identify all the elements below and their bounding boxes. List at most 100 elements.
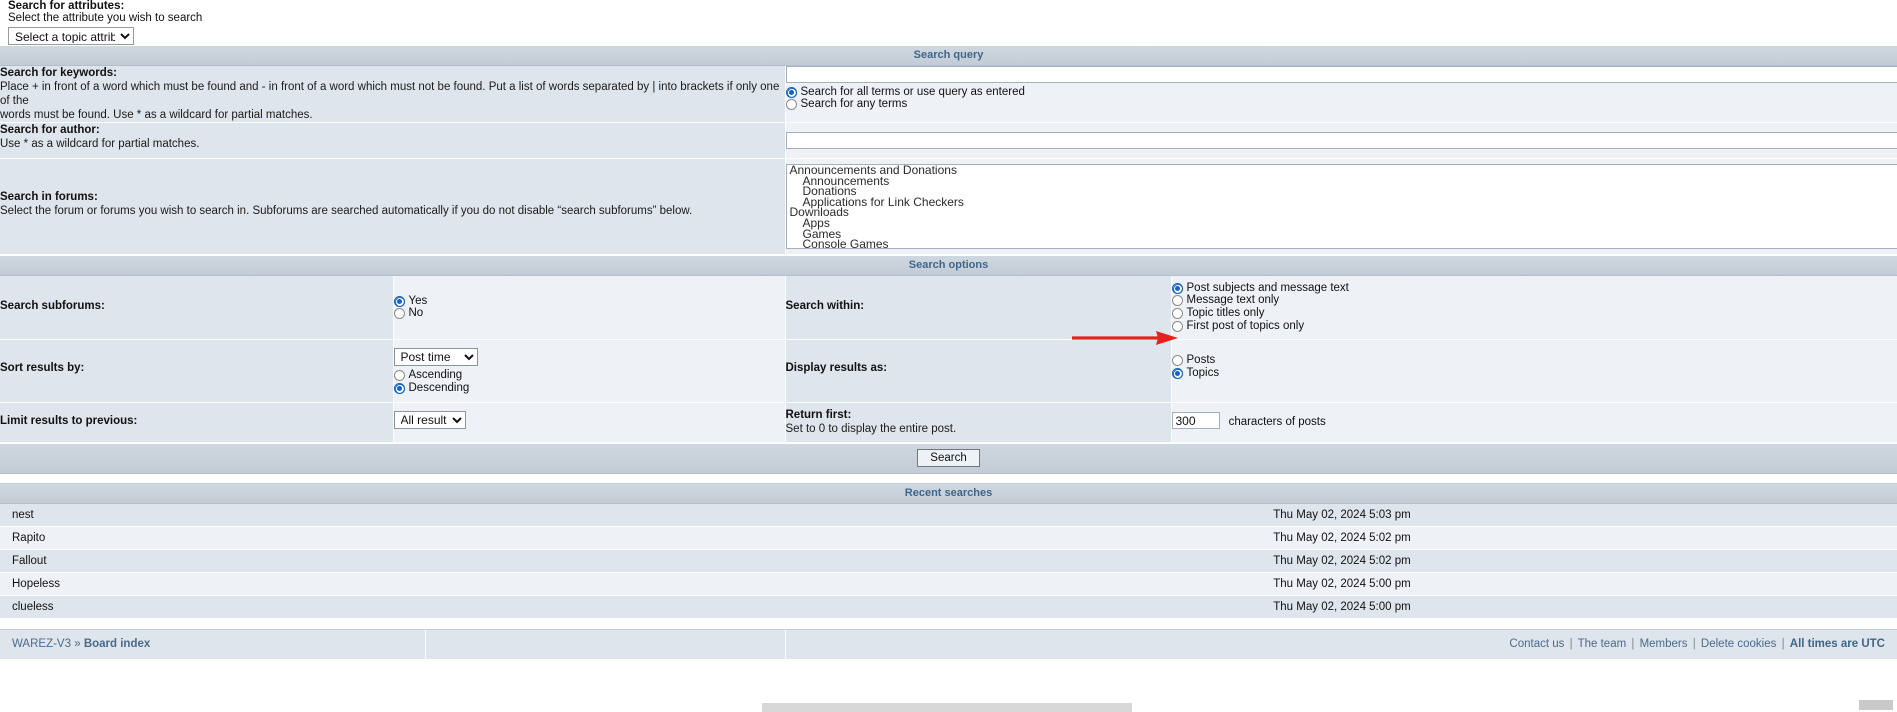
search-attributes-title: Search for attributes: [8, 0, 125, 12]
search-within-option-subjects-and-text[interactable]: Post subjects and message text [1171, 282, 1897, 295]
footer-link-contact-us[interactable]: Contact us [1509, 638, 1564, 650]
search-within-option-topic-titles[interactable]: Topic titles only [1171, 307, 1897, 320]
radio-icon[interactable] [785, 99, 797, 111]
section-header-recent-searches: Recent searches [0, 483, 1897, 505]
radio-icon[interactable] [785, 86, 797, 99]
radio-icon[interactable] [1171, 295, 1183, 307]
radio-icon[interactable] [1171, 282, 1183, 295]
topic-attribute-select[interactable]: Select a topic attribute [8, 27, 134, 45]
breadcrumb-separator: » [74, 638, 81, 651]
footer-link-delete-cookies[interactable]: Delete cookies [1701, 638, 1776, 650]
keywords-label-cell: Search for keywords: Place + in front of… [0, 66, 785, 123]
radio-icon[interactable] [1171, 307, 1183, 319]
search-within-options-cell: Post subjects and message text Message t… [1170, 276, 1897, 341]
keywords-label: Search for keywords: [0, 67, 117, 79]
sort-order-option-ascending[interactable]: Ascending [393, 368, 785, 382]
display-results-option-posts[interactable]: Posts [1171, 354, 1897, 367]
sort-order-option-descending[interactable]: Descending [393, 381, 785, 395]
radio-icon[interactable] [393, 382, 405, 395]
browser-bottom-bar [762, 703, 1132, 712]
radio-icon[interactable] [1171, 320, 1183, 332]
table-row[interactable]: Rapito Thu May 02, 2024 5:02 pm [0, 526, 1897, 551]
table-row[interactable]: Hopeless Thu May 02, 2024 5:00 pm [0, 572, 1897, 597]
footer-row: WAREZ-V3 » Board index Contact us | The … [0, 630, 1897, 660]
subforums-option-no[interactable]: No [393, 307, 785, 321]
recent-search-time: Thu May 02, 2024 5:00 pm [785, 595, 1897, 620]
footer-separator: | [1631, 638, 1635, 651]
footer-separator: | [1781, 638, 1785, 651]
display-results-option-topics[interactable]: Topics [1171, 367, 1897, 380]
forums-row: Search in forums: Select the forum or fo… [0, 158, 1897, 255]
display-results-options-cell: Posts Topics [1170, 339, 1897, 404]
recent-search-time: Thu May 02, 2024 5:00 pm [785, 572, 1897, 597]
breadcrumb: WAREZ-V3 » Board index [0, 630, 426, 660]
keywords-input-cell: Search for all terms or use query as ent… [784, 66, 1897, 123]
search-page: Search for attributes: Select the attrib… [0, 0, 1897, 712]
limit-results-select-cell: All results [392, 402, 785, 444]
return-first-input[interactable] [1171, 412, 1220, 430]
limit-results-select[interactable]: All results [393, 411, 466, 430]
recent-search-keywords[interactable]: Rapito [0, 526, 785, 551]
forum-option[interactable]: Announcements [787, 175, 1897, 187]
author-label: Search for author: [0, 124, 100, 136]
recent-search-keywords[interactable]: clueless [0, 595, 785, 620]
search-within-option-first-post[interactable]: First post of topics only [1171, 319, 1897, 333]
recent-search-time: Thu May 02, 2024 5:02 pm [785, 549, 1897, 574]
forum-option[interactable]: Announcements and Donations [787, 165, 1897, 176]
footer-link-members[interactable]: Members [1640, 638, 1688, 650]
author-desc: Use * as a wildcard for partial matches. [0, 138, 200, 150]
sort-ascending-label: Ascending [408, 368, 463, 381]
sort-results-label-cell: Sort results by: [0, 339, 393, 404]
radio-icon[interactable] [393, 308, 405, 320]
limit-results-label: Limit results to previous: [0, 415, 138, 428]
forum-option[interactable]: Console Games [787, 238, 1897, 248]
return-first-label: Return first: [785, 409, 852, 422]
recent-search-keywords[interactable]: Hopeless [0, 572, 785, 597]
footer-table: WAREZ-V3 » Board index Contact us | The … [0, 630, 1897, 660]
search-attributes-subtitle: Select the attribute you wish to search [8, 12, 203, 24]
keywords-mode-option-all[interactable]: Search for all terms or use query as ent… [785, 86, 1897, 99]
author-label-cell: Search for author: Use * as a wildcard f… [0, 122, 785, 159]
forum-option[interactable]: Applications for Link Checkers [787, 196, 1897, 208]
recent-searches-table: nest Thu May 02, 2024 5:03 pm Rapito Thu… [0, 504, 1897, 620]
return-first-suffix: characters of posts [1228, 415, 1326, 428]
subforums-option-yes[interactable]: Yes [393, 295, 785, 308]
footer-link-the-team[interactable]: The team [1578, 638, 1627, 650]
table-row[interactable]: nest Thu May 02, 2024 5:03 pm [0, 504, 1897, 528]
recent-search-time: Thu May 02, 2024 5:03 pm [785, 504, 1897, 528]
keywords-mode-option-any[interactable]: Search for any terms [785, 98, 1897, 112]
search-within-option-message-text[interactable]: Message text only [1171, 294, 1897, 308]
breadcrumb-board-name[interactable]: WAREZ-V3 [12, 638, 71, 650]
display-results-label: Display results as: [785, 362, 888, 375]
subforums-label-cell: Search subforums: [0, 276, 393, 341]
keywords-input[interactable] [785, 66, 1897, 83]
radio-icon[interactable] [1171, 354, 1183, 366]
radio-icon[interactable] [393, 369, 405, 381]
browser-corner-widget[interactable] [1859, 700, 1893, 710]
recent-search-keywords[interactable]: nest [0, 504, 785, 528]
recent-search-time: Thu May 02, 2024 5:02 pm [785, 526, 1897, 551]
keywords-desc-line2: words must be found. Use * as a wildcard… [0, 109, 313, 121]
return-first-input-cell: characters of posts [1170, 402, 1897, 444]
sort-results-label: Sort results by: [0, 362, 85, 375]
search-button[interactable]: Search [917, 449, 980, 468]
table-row[interactable]: clueless Thu May 02, 2024 5:00 pm [0, 595, 1897, 620]
table-row[interactable]: Fallout Thu May 02, 2024 5:02 pm [0, 549, 1897, 574]
breadcrumb-board-index[interactable]: Board index [84, 638, 150, 650]
footer-spacer [425, 630, 786, 660]
keywords-mode-any-label: Search for any terms [800, 98, 908, 111]
author-input[interactable] [785, 132, 1897, 149]
radio-icon[interactable] [393, 295, 405, 308]
recent-search-keywords[interactable]: Fallout [0, 549, 785, 574]
footer-links: Contact us | The team | Members | Delete… [785, 630, 1897, 660]
sort-descending-label: Descending [408, 381, 470, 394]
search-within-label-3: First post of topics only [1186, 319, 1305, 332]
sort-results-select[interactable]: Post time [393, 348, 478, 367]
subforums-within-row: Search subforums: Yes No Search within: [0, 276, 1897, 341]
forum-option[interactable]: Games [787, 228, 1897, 240]
radio-icon[interactable] [1171, 367, 1183, 380]
forums-listbox[interactable]: Announcements and Donations Announcement… [785, 164, 1897, 249]
forum-option[interactable]: Apps [787, 217, 1897, 229]
forum-option[interactable]: Downloads [787, 207, 1897, 219]
forums-label: Search in forums: [0, 191, 98, 203]
